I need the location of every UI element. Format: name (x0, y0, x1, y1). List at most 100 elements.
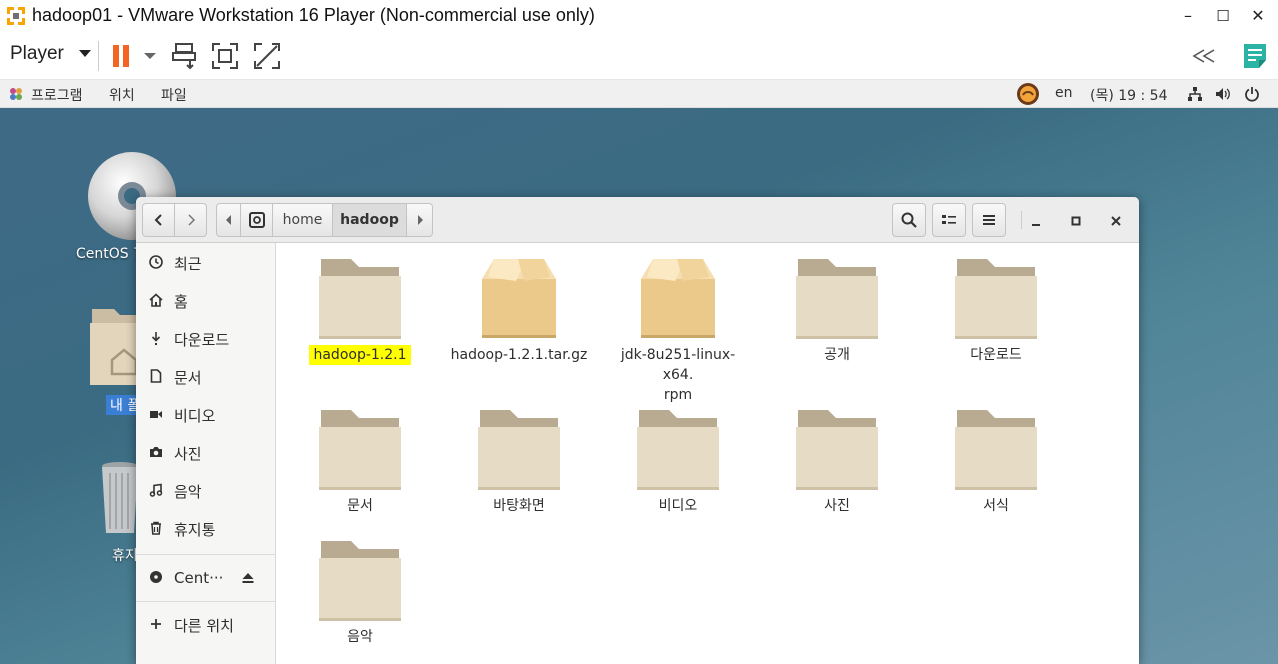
folder-item[interactable]: 공개 (762, 257, 912, 365)
file-name-label: 음악 (347, 629, 373, 645)
breadcrumb-home[interactable]: home (272, 203, 333, 237)
sidebar-item-centos-disc[interactable]: Cent··· (136, 560, 275, 596)
places-menu[interactable]: 위치 (109, 85, 135, 105)
trash-icon[interactable] (100, 461, 140, 539)
fm-maximize-button[interactable] (1064, 209, 1088, 233)
close-button[interactable]: ✕ (1240, 0, 1276, 31)
chevron-right-icon (187, 214, 195, 226)
applications-menu[interactable]: 프로그램 (31, 85, 83, 105)
clock[interactable]: (목) 19 : 54 (1090, 85, 1168, 105)
window-title: hadoop01 - VMware Workstation 16 Player … (32, 5, 595, 25)
sidebar-divider (136, 554, 275, 555)
sidebar-item-music[interactable]: 음악 (136, 473, 275, 509)
sidebar-item-label: 최근 (174, 254, 202, 273)
breadcrumb-hadoop[interactable]: hadoop (332, 203, 407, 237)
send-ctrl-alt-del-icon[interactable] (170, 41, 200, 71)
volume-icon[interactable] (1215, 86, 1231, 102)
sidebar-item-videos[interactable]: 비디오 (136, 397, 275, 433)
input-method-icon[interactable] (1016, 82, 1040, 106)
trash-icon (151, 521, 161, 535)
video-icon (150, 411, 162, 418)
view-toggle-button[interactable] (932, 203, 966, 237)
folder-icon (637, 410, 719, 490)
fm-minimize-button[interactable] (1024, 209, 1048, 233)
folder-item[interactable]: 비디오 (603, 408, 753, 516)
pause-dropdown-icon[interactable] (140, 41, 160, 71)
unity-icon[interactable] (252, 41, 282, 71)
fullscreen-icon[interactable] (210, 41, 240, 71)
list-view-icon (942, 215, 956, 224)
file-item[interactable]: hadoop-1.2.1.tar.gz (444, 257, 594, 365)
notes-icon[interactable] (1240, 41, 1270, 71)
file-name-label: 서식 (983, 498, 1009, 514)
player-menu-label: Player (10, 43, 64, 64)
sidebar-item-home[interactable]: 홈 (136, 283, 275, 319)
sidebar-item-downloads[interactable]: 다운로드 (136, 321, 275, 357)
maximize-button[interactable]: ☐ (1205, 0, 1241, 31)
camera-icon (150, 447, 162, 457)
folder-item[interactable]: 다운로드 (921, 257, 1071, 365)
file-item[interactable]: jdk-8u251-linux-x64. rpm (603, 257, 753, 405)
header-separator (1021, 211, 1022, 229)
folder-item[interactable]: 바탕화면 (444, 408, 594, 516)
minimize-icon (1032, 224, 1040, 226)
folder-icon (319, 410, 401, 490)
folder-item[interactable]: hadoop-1.2.1 (285, 257, 435, 365)
close-icon (1111, 216, 1121, 226)
folder-icon (955, 259, 1037, 339)
gnome-apps-icon (10, 88, 22, 100)
sidebar-item-label: 비디오 (174, 406, 216, 425)
network-icon[interactable] (1188, 87, 1202, 101)
sidebar-item-label: 사진 (174, 444, 202, 463)
file-name-label: 비디오 (658, 498, 698, 514)
disc-icon (150, 571, 162, 583)
folder-item[interactable]: 음악 (285, 539, 435, 647)
folder-item[interactable]: 사진 (762, 408, 912, 516)
minimize-button[interactable]: – (1170, 0, 1206, 31)
menu-button[interactable] (972, 203, 1006, 237)
sidebar-item-label: 문서 (174, 368, 202, 387)
music-icon (149, 483, 163, 497)
sidebar-item-trash[interactable]: 휴지통 (136, 511, 275, 547)
breadcrumb-scroll-right[interactable] (406, 203, 433, 237)
file-name-label: jdk-8u251-linux-x64. rpm (620, 347, 736, 403)
files-app-menu[interactable]: 파일 (161, 85, 187, 105)
sidebar-item-pictures[interactable]: 사진 (136, 435, 275, 471)
file-name-label: 바탕화면 (493, 498, 545, 514)
language-indicator[interactable]: en (1055, 85, 1073, 101)
file-manager-window: home hadoop 최근 홈 다운로드 문서 비디오 사진 음악 휴지통 C… (136, 197, 1139, 664)
sidebar-item-recent[interactable]: 최근 (136, 245, 275, 281)
folder-icon (796, 259, 878, 339)
breadcrumb-root[interactable] (240, 203, 273, 237)
fm-close-button[interactable] (1104, 209, 1128, 233)
forward-button[interactable] (174, 203, 207, 237)
collapse-icon[interactable] (1190, 41, 1220, 71)
back-button[interactable] (142, 203, 175, 237)
places-sidebar: 최근 홈 다운로드 문서 비디오 사진 음악 휴지통 Cent··· 다른 위치 (136, 243, 276, 664)
sidebar-item-other-locations[interactable]: 다른 위치 (136, 607, 275, 643)
drive-icon (248, 212, 265, 228)
sidebar-item-label: 음악 (174, 482, 202, 501)
chevron-down-icon (78, 50, 91, 57)
folder-icon (319, 541, 401, 621)
search-button[interactable] (892, 203, 926, 237)
sidebar-divider (136, 601, 275, 602)
pause-icon[interactable] (108, 41, 138, 71)
folder-item[interactable]: 문서 (285, 408, 435, 516)
vmware-app-icon (5, 5, 27, 27)
sidebar-item-documents[interactable]: 문서 (136, 359, 275, 395)
arrow-right-icon (417, 215, 423, 225)
eject-icon[interactable] (241, 571, 255, 585)
document-icon (150, 369, 162, 383)
chevron-left-icon (154, 214, 162, 226)
file-name-label: 공개 (824, 347, 850, 363)
sidebar-item-label: 다른 위치 (174, 616, 234, 635)
player-menu-button[interactable]: Player (10, 43, 92, 65)
power-icon[interactable] (1244, 86, 1260, 102)
breadcrumb-scroll-left[interactable] (216, 203, 241, 237)
folder-item[interactable]: 서식 (921, 408, 1071, 516)
desktop-label-centos: CentOS 7 (76, 246, 143, 262)
folder-icon (796, 410, 878, 490)
sidebar-item-label: Cent··· (174, 569, 224, 587)
hamburger-menu-icon (983, 215, 995, 225)
